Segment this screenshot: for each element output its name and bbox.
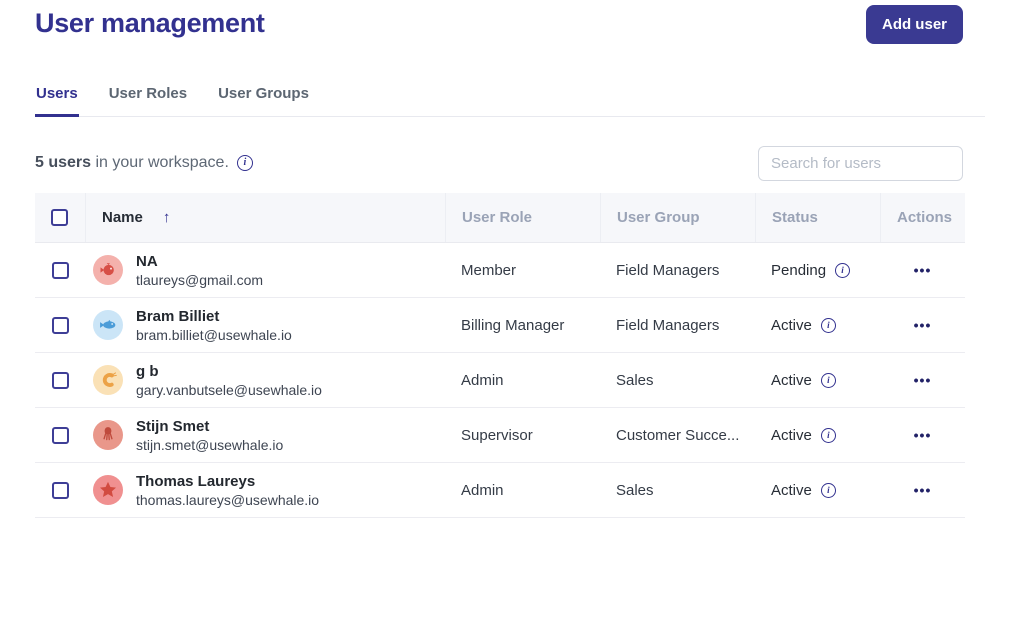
user-email: tlaureys@gmail.com: [136, 272, 263, 288]
user-email: bram.billiet@usewhale.io: [136, 327, 292, 343]
user-group: Field Managers: [600, 243, 755, 297]
search-input[interactable]: [758, 146, 963, 181]
select-all-checkbox[interactable]: [51, 209, 68, 226]
pufferfish-avatar-icon: [93, 255, 123, 285]
table-row: Stijn Smet stijn.smet@usewhale.io Superv…: [35, 408, 965, 463]
page-title: User management: [35, 8, 265, 39]
workspace-summary: 5 users in your workspace. i: [35, 154, 253, 172]
status-text: Active: [771, 482, 812, 499]
user-management-page: User management Add user Users User Role…: [0, 0, 1024, 620]
user-role: Admin: [445, 353, 600, 407]
user-name: Bram Billiet: [136, 308, 292, 325]
row-actions-button[interactable]: •••: [914, 263, 932, 277]
column-header-name[interactable]: Name ↑: [85, 193, 445, 242]
user-role: Member: [445, 243, 600, 297]
user-group: Sales: [600, 353, 755, 407]
table-row: Thomas Laureys thomas.laureys@usewhale.i…: [35, 463, 965, 518]
sort-ascending-icon[interactable]: ↑: [163, 209, 171, 226]
add-user-button[interactable]: Add user: [866, 5, 963, 44]
status-text: Active: [771, 427, 812, 444]
users-table: Name ↑ User Role User Group Status Actio…: [35, 193, 965, 518]
status-text: Pending: [771, 262, 826, 279]
tab-users[interactable]: Users: [35, 80, 79, 117]
row-actions-button[interactable]: •••: [914, 318, 932, 332]
user-email: gary.vanbutsele@usewhale.io: [136, 382, 322, 398]
row-checkbox[interactable]: [52, 427, 69, 444]
row-checkbox[interactable]: [52, 317, 69, 334]
user-email: thomas.laureys@usewhale.io: [136, 492, 319, 508]
status-text: Active: [771, 372, 812, 389]
row-actions-button[interactable]: •••: [914, 483, 932, 497]
status-text: Active: [771, 317, 812, 334]
user-count: 5 users: [35, 154, 91, 171]
status-info-icon[interactable]: i: [821, 373, 836, 388]
user-name: g b: [136, 363, 322, 380]
user-group: Customer Succe...: [600, 408, 755, 462]
tab-user-roles[interactable]: User Roles: [108, 80, 188, 117]
column-header-status[interactable]: Status: [755, 193, 880, 242]
column-header-user-role[interactable]: User Role: [445, 193, 600, 242]
status-info-icon[interactable]: i: [821, 428, 836, 443]
user-role: Admin: [445, 463, 600, 517]
info-icon[interactable]: i: [237, 155, 253, 171]
tab-user-groups[interactable]: User Groups: [217, 80, 310, 117]
user-name: NA: [136, 253, 263, 270]
user-group: Field Managers: [600, 298, 755, 352]
user-name: Thomas Laureys: [136, 473, 319, 490]
row-checkbox[interactable]: [52, 262, 69, 279]
user-role: Supervisor: [445, 408, 600, 462]
starfish-avatar-icon: [93, 475, 123, 505]
table-row: Bram Billiet bram.billiet@usewhale.io Bi…: [35, 298, 965, 353]
squid-avatar-icon: [93, 420, 123, 450]
table-row: NA tlaureys@gmail.com Member Field Manag…: [35, 243, 965, 298]
table-header: Name ↑ User Role User Group Status Actio…: [35, 193, 965, 243]
table-body: NA tlaureys@gmail.com Member Field Manag…: [35, 243, 965, 518]
status-info-icon[interactable]: i: [821, 483, 836, 498]
user-email: stijn.smet@usewhale.io: [136, 437, 283, 453]
column-header-user-group[interactable]: User Group: [600, 193, 755, 242]
row-checkbox[interactable]: [52, 482, 69, 499]
row-checkbox[interactable]: [52, 372, 69, 389]
tab-bar: Users User Roles User Groups: [35, 80, 985, 117]
summary-text: in your workspace.: [91, 154, 229, 171]
user-role: Billing Manager: [445, 298, 600, 352]
status-info-icon[interactable]: i: [821, 318, 836, 333]
status-info-icon[interactable]: i: [835, 263, 850, 278]
fish-avatar-icon: [93, 310, 123, 340]
user-name: Stijn Smet: [136, 418, 283, 435]
shrimp-avatar-icon: [93, 365, 123, 395]
table-row: g b gary.vanbutsele@usewhale.io Admin Sa…: [35, 353, 965, 408]
column-header-actions: Actions: [880, 193, 965, 242]
user-group: Sales: [600, 463, 755, 517]
row-actions-button[interactable]: •••: [914, 428, 932, 442]
row-actions-button[interactable]: •••: [914, 373, 932, 387]
